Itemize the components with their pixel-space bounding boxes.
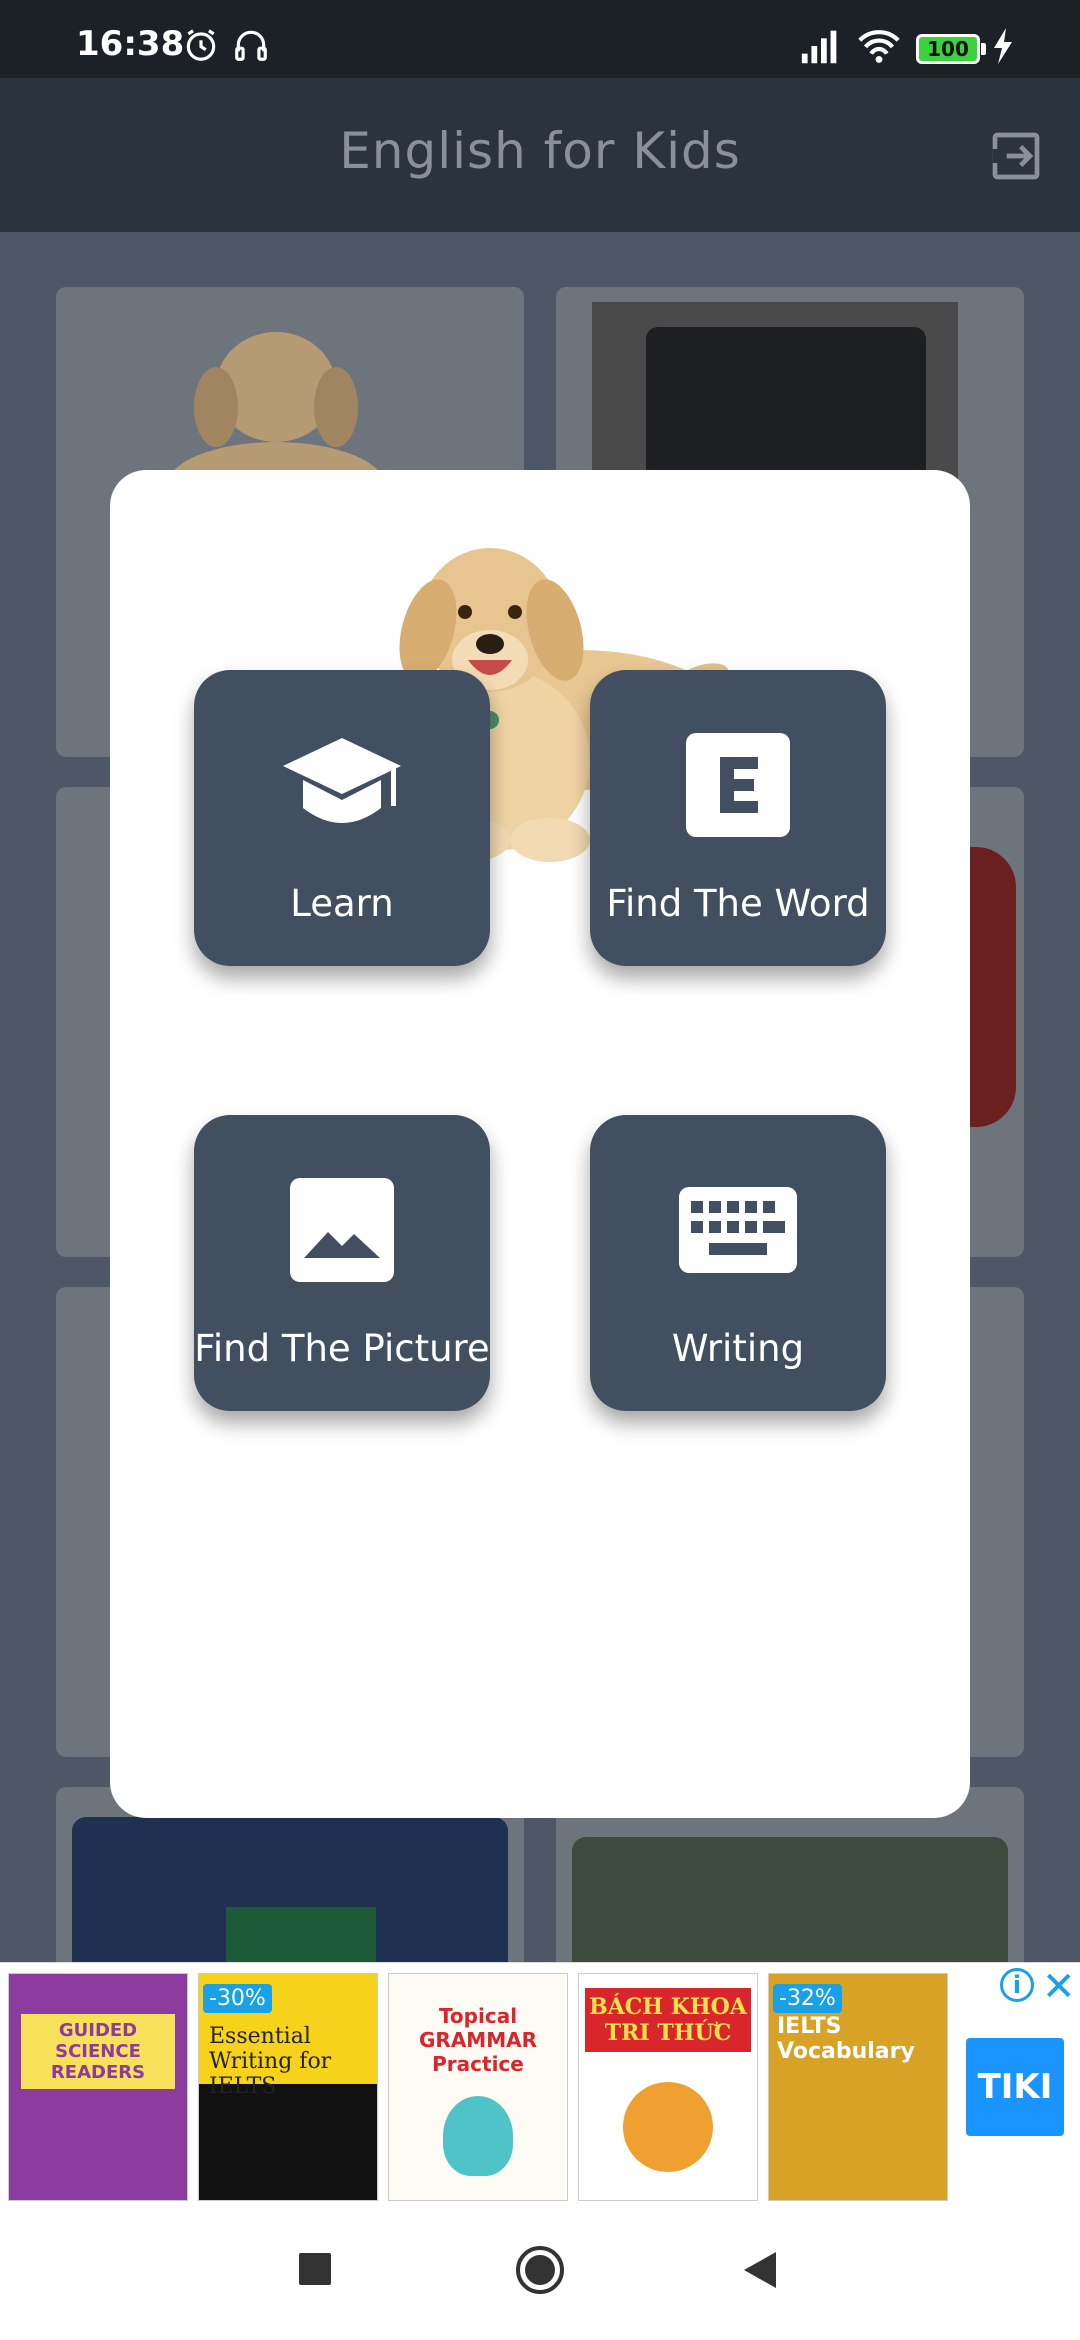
game-mode-dialog: Learn Find The Word Find The Picture Wri… (110, 470, 970, 1818)
ad-book-5-discount: -32% (773, 1984, 842, 2013)
back-icon[interactable] (742, 2250, 778, 2290)
app-bar: English for Kids (0, 78, 1080, 232)
ad-book-1[interactable]: GUIDED SCIENCE READERS (8, 1973, 188, 2201)
ad-book-1-title: GUIDED SCIENCE READERS (21, 2014, 175, 2089)
page-title: English for Kids (339, 122, 741, 180)
find-the-picture-label: Find The Picture (194, 1327, 490, 1370)
ad-book-3-title: Topical GRAMMAR Practice (419, 2004, 537, 2076)
ad-book-4[interactable]: BÁCH KHOA TRI THỨC (578, 1973, 758, 2201)
ad-banner[interactable]: GUIDED SCIENCE READERS Essential Writing… (0, 1962, 1080, 2210)
signal-icon (801, 30, 837, 64)
status-bar: 16:38 100 (0, 0, 1080, 78)
status-time: 16:38 (76, 24, 185, 64)
learn-button[interactable]: Learn (194, 670, 490, 966)
graduation-cap-icon (194, 720, 490, 850)
tiki-logo[interactable]: TIKI (966, 2038, 1064, 2136)
home-icon[interactable] (514, 2244, 566, 2296)
ad-book-2-discount: -30% (203, 1984, 272, 2013)
alarm-icon (186, 29, 216, 61)
wifi-icon (858, 30, 900, 63)
writing-label: Writing (671, 1327, 805, 1370)
battery-tip (981, 43, 986, 55)
ad-book-5-title: IELTS Vocabulary (777, 2014, 915, 2064)
learn-label: Learn (290, 882, 394, 925)
navigation-bar (0, 2210, 1080, 2340)
ad-book-4-title: BÁCH KHOA TRI THỨC (585, 1988, 751, 2052)
keyboard-icon (590, 1165, 886, 1295)
find-the-word-button[interactable]: Find The Word (590, 670, 886, 966)
battery-icon: 100 (916, 34, 980, 64)
ad-book-2-title: Essential Writing for IELTS (209, 2024, 332, 2099)
writing-button[interactable]: Writing (590, 1115, 886, 1411)
ad-info-icon[interactable]: i (1000, 1968, 1034, 2002)
image-icon (194, 1165, 490, 1295)
ad-close-icon[interactable]: ✕ (1042, 1964, 1076, 2010)
ad-book-2[interactable]: Essential Writing for IELTS -30% (198, 1973, 378, 2201)
recents-icon[interactable] (298, 2252, 332, 2286)
letter-e-icon (590, 720, 886, 850)
charging-icon (994, 28, 1012, 64)
ad-book-5[interactable]: IELTS Vocabulary -32% (768, 1973, 948, 2201)
headset-icon (235, 30, 267, 61)
find-the-word-label: Find The Word (606, 882, 870, 925)
ad-book-3[interactable]: Topical GRAMMAR Practice (388, 1973, 568, 2201)
find-the-picture-button[interactable]: Find The Picture (194, 1115, 490, 1411)
exit-icon[interactable] (988, 128, 1044, 184)
teacher-thumbnail (572, 1837, 1008, 1962)
